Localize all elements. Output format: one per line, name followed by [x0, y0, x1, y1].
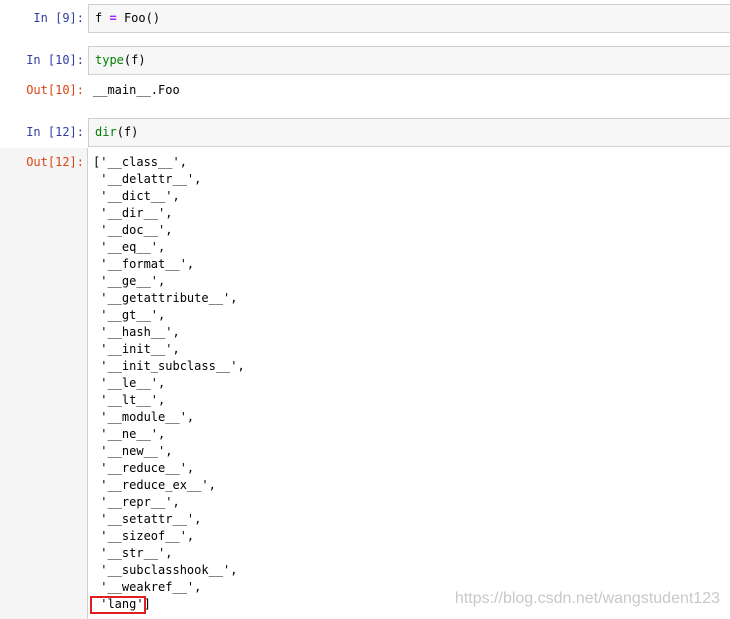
code-rest: (f) — [116, 125, 139, 139]
code-input-9[interactable]: f = Foo() — [88, 4, 730, 33]
dir-output-line: '__sizeof__', — [93, 529, 195, 543]
out-prompt-12: Out[12]: — [26, 155, 84, 169]
output-divider — [87, 148, 88, 619]
in-prompt-9: In [9]: — [33, 11, 84, 25]
dir-output-line: '__weakref__', — [93, 580, 202, 594]
in-prompt-12: In [12]: — [26, 125, 84, 139]
dir-output-line: '__format__', — [93, 257, 195, 271]
code-operator: = — [109, 11, 117, 25]
code-input-12[interactable]: dir(f) — [88, 118, 730, 147]
dir-output-line: '__dict__', — [93, 189, 180, 203]
dir-output-line: '__reduce_ex__', — [93, 478, 216, 492]
dir-output-line: '__dir__', — [93, 206, 173, 220]
dir-output-line: '__lt__', — [93, 393, 166, 407]
watermark: https://blog.csdn.net/wangstudent123 — [454, 590, 720, 607]
code-var: f — [95, 11, 103, 25]
output-12: ['__class__', '__delattr__', '__dict__',… — [93, 154, 245, 613]
dir-output-line: '__new__', — [93, 444, 173, 458]
output-gutter — [0, 148, 88, 619]
code-rest: (f) — [123, 53, 146, 67]
code-input-10[interactable]: type(f) — [88, 46, 730, 75]
dir-output-line: '__reduce__', — [93, 461, 195, 475]
highlight-box — [90, 596, 146, 614]
dir-output-line: '__gt__', — [93, 308, 166, 322]
dir-output-line: '__setattr__', — [93, 512, 202, 526]
dir-output-line: '__ne__', — [93, 427, 166, 441]
dir-output-line: '__ge__', — [93, 274, 166, 288]
dir-output-line: '__delattr__', — [93, 172, 202, 186]
dir-output-line: '__init__', — [93, 342, 180, 356]
code-builtin-type: type — [95, 53, 124, 67]
dir-output-line: '__module__', — [93, 410, 195, 424]
dir-output-line: '__doc__', — [93, 223, 173, 237]
code-rest: Foo() — [123, 11, 161, 25]
code-builtin-dir: dir — [95, 125, 117, 139]
output-10: __main__.Foo — [93, 83, 180, 97]
dir-output-line: '__repr__', — [93, 495, 180, 509]
dir-output-line: '__str__', — [93, 546, 173, 560]
dir-output-line: ['__class__', — [93, 155, 187, 169]
dir-output-line: '__eq__', — [93, 240, 166, 254]
out-prompt-10: Out[10]: — [26, 83, 84, 97]
dir-output-line: '__init_subclass__', — [93, 359, 245, 373]
in-prompt-10: In [10]: — [26, 53, 84, 67]
dir-output-line: '__subclasshook__', — [93, 563, 238, 577]
dir-output-line: '__getattribute__', — [93, 291, 238, 305]
dir-output-line: '__hash__', — [93, 325, 180, 339]
dir-output-line: '__le__', — [93, 376, 166, 390]
